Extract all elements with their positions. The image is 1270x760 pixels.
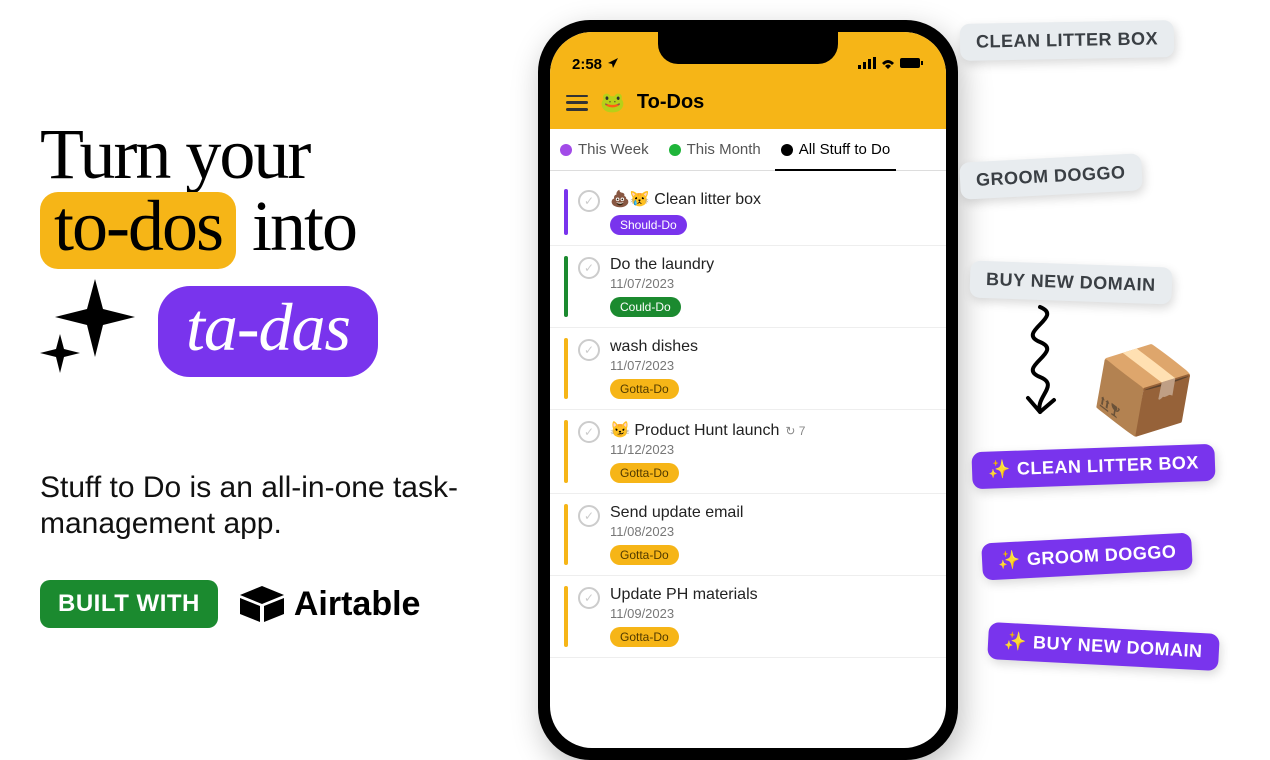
location-arrow-icon	[607, 56, 619, 73]
app-emoji-icon: 🐸	[600, 90, 625, 115]
phone-notch	[658, 32, 838, 64]
airtable-brand: Airtable	[240, 585, 421, 624]
sparkle-icon	[40, 279, 150, 384]
battery-icon	[900, 56, 924, 73]
task-body: Update PH materials 11/09/2023 Gotta-Do	[610, 586, 932, 647]
floating-pill: ✨GROOM DOGGO	[981, 533, 1193, 581]
task-date: 11/07/2023	[610, 358, 932, 373]
floating-pill-label: CLEAN LITTER BOX	[976, 28, 1158, 52]
floating-pill-label: GROOM DOGGO	[1026, 541, 1176, 570]
task-list: 💩😿 Clean litter box Should-Do Do the laund…	[550, 171, 946, 658]
headline-into: into	[252, 186, 356, 266]
task-body: Send update email 11/08/2023 Gotta-Do	[610, 504, 932, 565]
task-date: 11/09/2023	[610, 606, 932, 621]
task-title: Update PH materials	[610, 586, 932, 604]
headline: Turn your to-dos into ta-das	[40, 120, 540, 384]
tab-this-week[interactable]: This Week	[550, 129, 659, 170]
headline-line1: Turn your	[40, 120, 540, 188]
task-date: 11/08/2023	[610, 524, 932, 539]
task-tag: Should-Do	[610, 215, 687, 235]
sparkle-icon: ✨	[998, 549, 1022, 571]
squiggle-arrow-icon	[1010, 302, 1070, 432]
task-row[interactable]: wash dishes 11/07/2023 Gotta-Do	[550, 328, 946, 410]
task-tag: Gotta-Do	[610, 627, 679, 647]
task-row[interactable]: Do the laundry 11/07/2023 Could-Do	[550, 246, 946, 328]
task-body: Do the laundry 11/07/2023 Could-Do	[610, 256, 932, 317]
task-checkbox[interactable]	[578, 339, 600, 361]
phone-screen: 2:58	[550, 32, 946, 748]
task-tag: Gotta-Do	[610, 545, 679, 565]
task-meta: ↻ 7	[785, 424, 805, 438]
headline-todos-highlight: to-dos	[40, 192, 236, 268]
task-title: 😼 Product Hunt launch↻ 7	[610, 420, 932, 440]
floating-pill-label: CLEAN LITTER BOX	[1017, 452, 1200, 479]
headline-line3: ta-das	[40, 279, 540, 384]
task-checkbox[interactable]	[578, 587, 600, 609]
sparkle-icon: ✨	[988, 459, 1012, 481]
floating-pill-label: BUY NEW DOMAIN	[1032, 632, 1203, 662]
floating-pill: BUY NEW DOMAIN	[969, 260, 1172, 304]
task-checkbox[interactable]	[578, 505, 600, 527]
task-tag: Could-Do	[610, 297, 681, 317]
task-row[interactable]: 💩😿 Clean litter box Should-Do	[550, 179, 946, 246]
headline-line2: to-dos into	[40, 192, 540, 268]
signal-icon	[858, 56, 876, 73]
subheading: Stuff to Do is an all-in-one task-manage…	[40, 470, 500, 542]
package-icon: 📦	[1082, 331, 1205, 449]
app-title: To-Dos	[637, 91, 704, 114]
airtable-logo-icon	[240, 586, 284, 622]
tab-dot-icon	[560, 144, 572, 156]
built-with-badge: BUILT WITH	[40, 580, 218, 628]
task-priority-bar	[564, 189, 568, 235]
airtable-label: Airtable	[294, 585, 421, 624]
floating-pill: ✨CLEAN LITTER BOX	[971, 444, 1215, 489]
floating-pill-label: GROOM DOGGO	[976, 162, 1126, 191]
task-date: 11/12/2023	[610, 442, 932, 457]
built-with-row: BUILT WITH Airtable	[40, 580, 420, 628]
task-title: 💩😿 Clean litter box	[610, 189, 932, 209]
task-title: Send update email	[610, 504, 932, 522]
tab-dot-icon	[781, 144, 793, 156]
floating-pill: CLEAN LITTER BOX	[960, 20, 1175, 61]
task-title: Do the laundry	[610, 256, 932, 274]
task-body: 💩😿 Clean litter box Should-Do	[610, 189, 932, 235]
floating-pill: GROOM DOGGO	[959, 153, 1142, 199]
task-row[interactable]: 😼 Product Hunt launch↻ 7 11/12/2023 Gotta-…	[550, 410, 946, 494]
tab-dot-icon	[669, 144, 681, 156]
menu-icon[interactable]	[566, 95, 588, 111]
task-tag: Gotta-Do	[610, 463, 679, 483]
task-row[interactable]: Send update email 11/08/2023 Gotta-Do	[550, 494, 946, 576]
tab-all-stuff-to-do[interactable]: All Stuff to Do	[771, 129, 900, 170]
app-header: 🐸 To-Dos	[550, 82, 946, 129]
task-priority-bar	[564, 586, 568, 647]
task-date: 11/07/2023	[610, 276, 932, 291]
task-title: wash dishes	[610, 338, 932, 356]
wifi-icon	[880, 56, 896, 73]
task-body: wash dishes 11/07/2023 Gotta-Do	[610, 338, 932, 399]
tabs-row: This Week This Month All Stuff to Do	[550, 129, 946, 171]
sparkle-icon: ✨	[1004, 631, 1028, 653]
task-body: 😼 Product Hunt launch↻ 7 11/12/2023 Gotta-…	[610, 420, 932, 483]
task-checkbox[interactable]	[578, 421, 600, 443]
floating-pill-label: BUY NEW DOMAIN	[986, 269, 1156, 296]
task-checkbox[interactable]	[578, 257, 600, 279]
task-checkbox[interactable]	[578, 190, 600, 212]
task-priority-bar	[564, 420, 568, 483]
headline-tadas-highlight: ta-das	[158, 286, 378, 377]
tab-label: This Month	[687, 141, 761, 158]
phone-mockup: 2:58	[538, 20, 958, 760]
tab-this-month[interactable]: This Month	[659, 129, 771, 170]
status-time: 2:58	[572, 56, 602, 73]
task-priority-bar	[564, 504, 568, 565]
tab-label: This Week	[578, 141, 649, 158]
task-tag: Gotta-Do	[610, 379, 679, 399]
task-priority-bar	[564, 338, 568, 399]
task-row[interactable]: Update PH materials 11/09/2023 Gotta-Do	[550, 576, 946, 658]
tab-label: All Stuff to Do	[799, 141, 890, 158]
floating-pill: ✨BUY NEW DOMAIN	[987, 622, 1219, 671]
task-priority-bar	[564, 256, 568, 317]
